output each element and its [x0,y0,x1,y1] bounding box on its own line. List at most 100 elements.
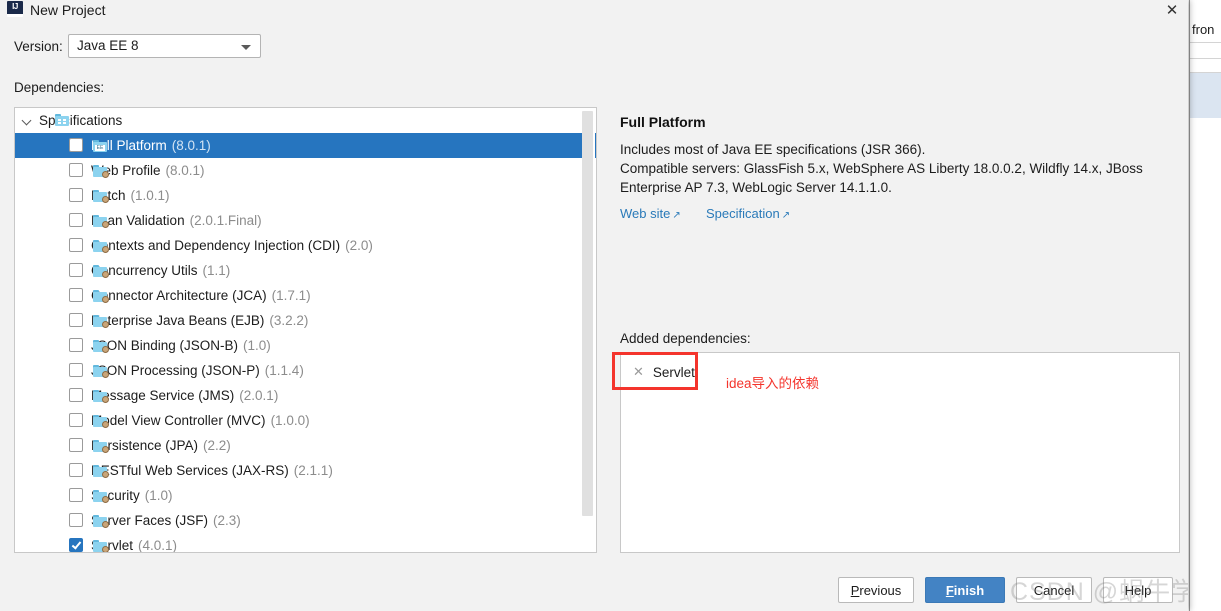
tree-item-label: RESTful Web Services (JAX-RS) [91,463,289,478]
tree-scrollbar-thumb[interactable] [582,111,593,516]
chevron-down-icon[interactable] [23,116,32,125]
tree-item-label-wrap: Connector Architecture (JCA) (1.7.1) [91,288,311,303]
spec-icon [93,215,109,228]
tree-item[interactable]: Model View Controller (MVC) (1.0.0) [15,408,596,433]
specifications-tree[interactable]: Specifications EE Full Platform (8.0.1) Web… [14,107,597,553]
tree-item-checkbox[interactable] [69,438,83,452]
tree-item-checkbox[interactable] [69,488,83,502]
close-icon[interactable]: ✕ [1159,0,1185,22]
tree-item-label: Enterprise Java Beans (EJB) [91,313,265,328]
tree-item-checkbox[interactable] [69,413,83,427]
tree-item[interactable]: Message Service (JMS) (2.0.1) [15,383,596,408]
tree-group-specifications[interactable]: Specifications [15,108,596,133]
background-window: fron [1189,0,1221,611]
tree-item[interactable]: Bean Validation (2.0.1.Final) [15,208,596,233]
tree-item-label-wrap: Concurrency Utils (1.1) [91,263,230,278]
tree-scrollbar[interactable] [582,109,595,552]
spec-info-title: Full Platform [620,114,706,130]
spec-icon [93,315,109,328]
tree-item[interactable]: Persistence (JPA) (2.2) [15,433,596,458]
tree-item-checkbox[interactable] [69,463,83,477]
tree-item-label-wrap: RESTful Web Services (JAX-RS) (2.1.1) [91,463,333,478]
spec-icon [93,190,109,203]
tree-item-checkbox[interactable] [69,538,83,552]
help-button[interactable]: Help [1103,577,1173,603]
spec-icon [93,290,109,303]
specification-link[interactable]: Specification ↗ [706,206,790,221]
tree-item-checkbox[interactable] [69,313,83,327]
tree-item-version: (2.1.1) [293,463,333,478]
tree-item-version: (1.0) [144,488,173,503]
tree-item[interactable]: Batch (1.0.1) [15,183,596,208]
spec-icon [93,390,109,403]
spec-icon [93,440,109,453]
spec-icon [93,490,109,503]
tree-item[interactable]: Security (1.0) [15,483,596,508]
external-link-icon: ↗ [672,210,681,221]
tree-item-version: (2.2) [203,438,231,453]
tree-item[interactable]: Server Faces (JSF) (2.3) [15,508,596,533]
tree-item-label-wrap: Enterprise Java Beans (EJB) (3.2.2) [91,313,308,328]
tree-item-label-wrap: Server Faces (JSF) (2.3) [91,513,241,528]
dependency-chip-label: Servlet [652,364,695,380]
dependencies-label: Dependencies: [14,80,105,95]
intellij-idea-icon: IJ [7,1,23,17]
tree-item-checkbox[interactable] [69,363,83,377]
spec-info-line-2: Compatible servers: GlassFish 5.x, WebSp… [620,161,1143,176]
spec-icon [93,465,109,478]
version-select[interactable]: Java EE 8 [68,34,261,58]
tree-item-label: JSON Binding (JSON-B) [91,338,239,353]
version-select-value: Java EE 8 [77,38,139,53]
tree-item-checkbox[interactable] [69,388,83,402]
tree-item-checkbox[interactable] [69,238,83,252]
tree-item-version: (3.2.2) [269,313,309,328]
tree-item-label-wrap: Message Service (JMS) (2.0.1) [91,388,278,403]
tree-item[interactable]: Servlet (4.0.1) [15,533,596,553]
tree-item-checkbox[interactable] [69,213,83,227]
tree-item[interactable]: Concurrency Utils (1.1) [15,258,596,283]
tree-item-checkbox[interactable] [69,338,83,352]
tree-item[interactable]: JSON Binding (JSON-B) (1.0) [15,333,596,358]
tree-item-checkbox[interactable] [69,163,83,177]
tree-item[interactable]: JSON Processing (JSON-P) (1.1.4) [15,358,596,383]
tree-item[interactable]: RESTful Web Services (JAX-RS) (2.1.1) [15,458,596,483]
tree-item-checkbox[interactable] [69,288,83,302]
tree-item-checkbox[interactable] [69,513,83,527]
tree-item-version: (4.0.1) [138,538,178,553]
finish-button[interactable]: Finish [925,577,1005,603]
tree-item[interactable]: Enterprise Java Beans (EJB) (3.2.2) [15,308,596,333]
tree-item[interactable]: Connector Architecture (JCA) (1.7.1) [15,283,596,308]
cancel-button[interactable]: Cancel [1016,577,1092,603]
spec-info-links: Web site ↗ Specification ↗ [620,206,790,221]
spec-icon [93,540,109,552]
tree-item[interactable]: Web Profile (8.0.1) [15,158,596,183]
tree-item-label-wrap: Full Platform (8.0.1) [91,138,211,153]
tree-item-checkbox[interactable] [69,188,83,202]
spec-icon [93,515,109,528]
added-dependencies-panel: ✕ Servlet [620,352,1180,553]
tree-item-version: (1.7.1) [271,288,311,303]
tree-item[interactable]: EE Full Platform (8.0.1) [15,133,596,158]
background-window-text: fron [1192,22,1215,37]
tree-item-label-wrap: Bean Validation (2.0.1.Final) [91,213,262,228]
web-site-link[interactable]: Web site ↗ [620,206,681,221]
tree-item[interactable]: Contexts and Dependency Injection (CDI) (… [15,233,596,258]
tree-item-version: (2.0.1.Final) [189,213,262,228]
dialog-titlebar: IJ New Project ✕ [0,0,1188,24]
ee-spec-icon: EE [93,140,107,152]
previous-button[interactable]: Previous [838,577,914,603]
tree-item-label: Contexts and Dependency Injection (CDI) [91,238,341,253]
dependency-chip-servlet[interactable]: ✕ Servlet [633,361,695,383]
tree-item-label-wrap: Persistence (JPA) (2.2) [91,438,231,453]
spec-icon [93,415,109,428]
tree-item-checkbox[interactable] [69,138,83,152]
tree-item-label: JSON Processing (JSON-P) [91,363,260,378]
tree-item-checkbox[interactable] [69,263,83,277]
tree-item-label: Connector Architecture (JCA) [91,288,267,303]
folder-icon [55,114,69,126]
tree-item-version: (2.0.1) [239,388,279,403]
version-label: Version: [14,39,63,54]
tree-group-label: Specifications [39,113,123,128]
close-icon[interactable]: ✕ [633,364,644,380]
tree-item-version: (1.0.1) [130,188,170,203]
